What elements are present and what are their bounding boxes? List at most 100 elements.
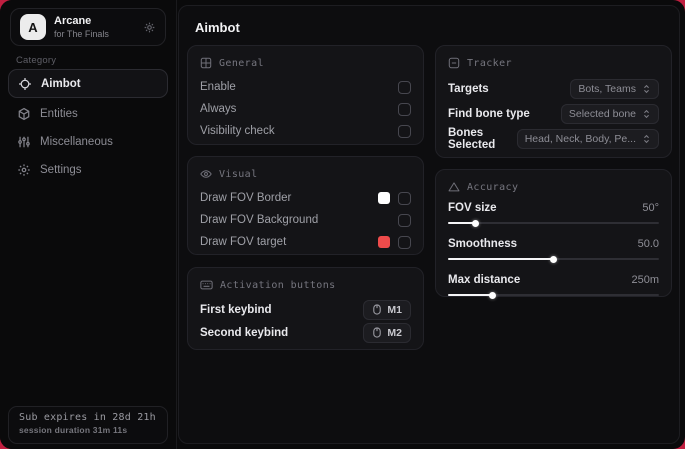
targets-dropdown[interactable]: Bots, Teams [570, 78, 659, 99]
app-name: Arcane [54, 15, 92, 27]
setting-group-fov-size: FOV size 50° [448, 200, 659, 227]
card-title: Tracker [467, 57, 512, 69]
setting-row-targets: Targets Bots, Teams [448, 76, 659, 101]
mouse-icon [372, 304, 382, 315]
setting-row-first-keybind: First keybind M1 [200, 298, 411, 321]
chevrons-up-down-icon [642, 109, 651, 119]
setting-label: First keybind [200, 303, 272, 316]
sidebar-item-label: Settings [40, 163, 82, 176]
setting-label: FOV size [448, 202, 497, 214]
keyboard-icon [200, 279, 213, 291]
eye-icon [200, 168, 212, 180]
activation-card: Activation buttons First keybind M1 Seco… [187, 267, 424, 350]
sidebar-item-aimbot[interactable]: Aimbot [8, 69, 168, 98]
sidebar-item-label: Aimbot [41, 77, 81, 90]
card-title: Visual [219, 168, 258, 180]
slider-thumb[interactable] [488, 291, 496, 299]
slider-thumb[interactable] [550, 255, 557, 263]
slider-thumb[interactable] [471, 219, 479, 227]
app-header: A Arcane for The Finals [10, 8, 166, 46]
draw-fov-background-checkbox[interactable] [398, 213, 411, 227]
sidebar-item-label: Miscellaneous [40, 135, 113, 148]
dropdown-value: Selected bone [568, 107, 636, 120]
label-line: FOV size 50° [448, 200, 659, 216]
general-card-header: General [200, 57, 411, 69]
dropdown-value: Bots, Teams [578, 82, 636, 95]
sidebar-item-entities[interactable]: Entities [8, 99, 168, 128]
app-logo: A [20, 14, 46, 40]
setting-row-find-bone-type: Find bone type Selected bone [448, 101, 659, 126]
setting-label: Find bone type [448, 107, 530, 120]
visual-card: Visual Draw FOV Border Draw FOV Backgrou… [187, 156, 424, 255]
slider-track [448, 255, 659, 263]
app-title-block: Arcane for The Finals [54, 15, 109, 39]
smoothness-slider[interactable] [448, 255, 659, 263]
session-duration-text: session duration 31m 11s [19, 425, 128, 435]
sliders-icon [17, 135, 31, 149]
max-distance-slider[interactable] [448, 291, 659, 299]
fov-size-slider[interactable] [448, 219, 659, 227]
slider-fill [448, 294, 493, 296]
sidebar-item-label: Entities [40, 107, 78, 120]
setting-value: 50.0 [637, 238, 659, 250]
setting-row-visibility-check: Visibility check [200, 120, 411, 142]
card-title: General [219, 57, 264, 69]
card-title: Accuracy [467, 181, 519, 193]
gear-icon[interactable] [143, 21, 156, 34]
setting-group-smoothness: Smoothness 50.0 [448, 236, 659, 263]
sidebar-item-miscellaneous[interactable]: Miscellaneous [8, 127, 168, 156]
screen: A Arcane for The Finals Category Aimbot … [0, 0, 685, 449]
setting-label: Bones Selected [448, 126, 496, 151]
accuracy-card-header: Accuracy [448, 181, 659, 193]
setting-label: Smoothness [448, 238, 518, 250]
setting-row-always: Always [200, 98, 411, 120]
crosshair-icon [18, 77, 32, 91]
page-title: Aimbot [195, 20, 240, 35]
category-label: Category [16, 55, 57, 66]
sidebar-item-settings[interactable]: Settings [8, 155, 168, 184]
setting-group-max-distance: Max distance 250m [448, 272, 659, 299]
draw-fov-target-checkbox[interactable] [398, 235, 411, 249]
bones-selected-dropdown[interactable]: Head, Neck, Body, Pe... [516, 128, 659, 149]
card-title: Activation buttons [220, 279, 336, 291]
general-card: General Enable Always Visibility check [187, 45, 424, 145]
app-subtitle: for The Finals [54, 28, 109, 39]
app-window: A Arcane for The Finals Category Aimbot … [0, 0, 685, 449]
tracker-icon [448, 57, 460, 69]
slider-track [448, 219, 659, 227]
setting-row-draw-fov-target: Draw FOV target [200, 231, 411, 253]
color-swatch[interactable] [378, 192, 390, 204]
triangle-icon [448, 181, 460, 193]
setting-label: Enable [200, 81, 236, 93]
setting-value: 50° [642, 202, 659, 214]
chevrons-up-down-icon [642, 84, 651, 94]
dropdown-value: Head, Neck, Body, Pe... [524, 132, 636, 145]
grid-icon [200, 57, 212, 69]
setting-row-enable: Enable [200, 76, 411, 98]
mouse-icon [372, 327, 382, 338]
setting-label: Draw FOV target [200, 236, 287, 248]
visibility-check-checkbox[interactable] [398, 124, 411, 138]
draw-fov-border-checkbox[interactable] [398, 191, 411, 205]
chevrons-up-down-icon [642, 134, 651, 144]
always-checkbox[interactable] [398, 102, 411, 116]
enable-checkbox[interactable] [398, 80, 411, 94]
setting-row-second-keybind: Second keybind M2 [200, 321, 411, 344]
setting-row-draw-fov-background: Draw FOV Background [200, 209, 411, 231]
keybind-value: M1 [387, 303, 402, 316]
first-keybind-button[interactable]: M1 [363, 299, 411, 320]
slider-track [448, 291, 659, 299]
setting-value: 250m [631, 274, 659, 286]
find-bone-type-dropdown[interactable]: Selected bone [560, 103, 659, 124]
setting-label: Draw FOV Background [200, 214, 319, 226]
label-line: Max distance 250m [448, 272, 659, 288]
second-keybind-button[interactable]: M2 [363, 322, 411, 343]
setting-label: Max distance [448, 274, 521, 286]
keybind-value: M2 [387, 326, 402, 339]
tracker-card: Tracker Targets Bots, Teams Find bone ty… [435, 45, 672, 158]
color-swatch[interactable] [378, 236, 390, 248]
setting-label: Second keybind [200, 326, 289, 339]
entities-icon [17, 107, 31, 121]
setting-label: Targets [448, 82, 489, 95]
visual-card-header: Visual [200, 168, 411, 180]
